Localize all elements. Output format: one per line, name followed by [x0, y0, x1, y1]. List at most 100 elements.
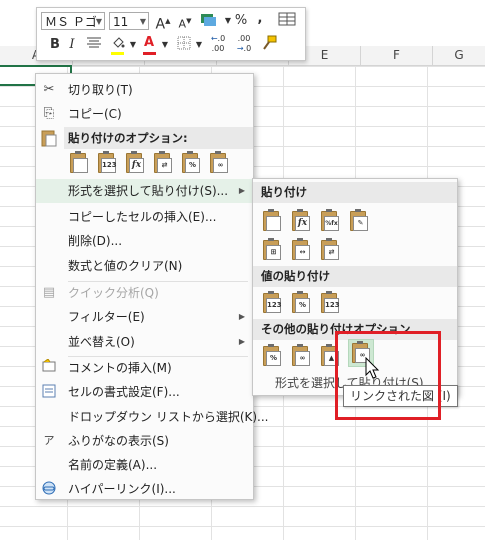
paste-mark: %: [295, 298, 310, 313]
chevron-down-icon[interactable]: ▼: [129, 35, 137, 55]
paste-mark: ✎: [353, 216, 368, 231]
paint-bucket-icon: [113, 37, 125, 48]
format-painter-button[interactable]: [259, 35, 279, 55]
format-painter-icon: [263, 35, 277, 50]
grow-font-button[interactable]: A▲: [155, 11, 171, 33]
submenu-paste-column-widths[interactable]: ↔: [290, 238, 312, 262]
submenu-paste-formulas-numbers[interactable]: %fx: [319, 209, 341, 233]
submenu-paste-keep-source[interactable]: ✎: [348, 209, 370, 233]
font-color-button[interactable]: A: [141, 33, 157, 53]
submenu-paste-link[interactable]: ∞: [290, 344, 312, 368]
chevron-down-icon[interactable]: ▼: [161, 35, 169, 55]
menu-item-label: フィルター(E): [68, 310, 145, 324]
paste-option-link[interactable]: ∞: [208, 151, 230, 175]
font-size-box[interactable]: 11 ▼: [109, 12, 149, 30]
submenu-section-paste: 貼り付け: [253, 182, 457, 203]
comma-button[interactable]: ,: [254, 9, 266, 29]
submenu-section-values: 値の貼り付け: [253, 266, 457, 287]
menu-item-format-cells[interactable]: セルの書式設定(F)...: [36, 380, 253, 404]
menu-item-paste-special[interactable]: 形式を選択して貼り付け(S)... ▶: [36, 179, 253, 203]
paste-option-values[interactable]: 123: [96, 151, 118, 175]
comment-icon: [40, 358, 58, 377]
highlight-box: [335, 331, 441, 420]
menu-item-insert-comment[interactable]: コメントの挿入(M): [36, 356, 253, 380]
accounting-format-icon: [201, 14, 216, 26]
chevron-down-icon[interactable]: ▼: [140, 13, 146, 31]
menu-item-clear-contents[interactable]: 数式と値のクリア(N): [36, 254, 253, 278]
paste-option-formatting[interactable]: %: [180, 151, 202, 175]
menu-item-label: ドロップダウン リストから選択(K)...: [68, 410, 269, 424]
menu-item-label: ふりがなの表示(S): [68, 434, 169, 448]
menu-item-label: セルの書式設定(F)...: [68, 385, 180, 399]
font-name-box[interactable]: ＭＳ Ｐゴ ▼: [41, 12, 105, 30]
align-center-button[interactable]: [85, 35, 103, 55]
copy-icon: ⎘: [43, 106, 55, 121]
submenu-values-number-formatting[interactable]: %: [290, 291, 312, 315]
grow-font-icon: A: [155, 16, 166, 33]
menu-item-label: コピー(C): [68, 107, 122, 121]
increase-decimal-label: .0: [217, 34, 226, 43]
font-color-swatch: [143, 52, 156, 55]
column-header-f[interactable]: F: [361, 46, 433, 65]
menu-item-hyperlink[interactable]: ハイパーリンク(I)...: [36, 477, 253, 501]
menu-item-delete[interactable]: 削除(D)...: [36, 229, 253, 253]
submenu-values-source-formatting[interactable]: 123: [319, 291, 341, 315]
paste-option-paste[interactable]: [68, 151, 90, 175]
menu-item-filter[interactable]: フィルター(E) ▶: [36, 305, 253, 329]
menu-item-insert-copied-cells[interactable]: コピーしたセルの挿入(E)...: [36, 205, 253, 229]
submenu-paste-all[interactable]: [261, 209, 283, 233]
format-cells-icon: [40, 383, 58, 401]
mouse-cursor-icon: [365, 357, 380, 379]
increase-decimal-value: .00: [211, 44, 225, 53]
chevron-down-icon[interactable]: ▼: [96, 13, 102, 31]
menu-item-label: 数式と値のクリア(N): [68, 259, 183, 273]
accounting-format-button[interactable]: [198, 11, 220, 31]
increase-decimal-button[interactable]: ←.0.00: [207, 34, 229, 54]
decrease-decimal-button[interactable]: .00 →.0: [233, 34, 255, 54]
paste-mark: ⇄: [157, 158, 172, 173]
chevron-down-icon[interactable]: ▼: [195, 35, 203, 55]
paste-mark: 123: [101, 158, 117, 173]
chevron-down-icon[interactable]: ▼: [224, 11, 232, 31]
submenu-values[interactable]: 123: [261, 291, 283, 315]
chevron-right-icon: ▶: [238, 337, 245, 346]
borders-button[interactable]: [175, 35, 193, 55]
menu-item-show-furigana[interactable]: ア ふりがなの表示(S): [36, 429, 253, 453]
menu-item-pick-from-dropdown[interactable]: ドロップダウン リストから選択(K)...: [36, 405, 269, 429]
paste-mark: 123: [266, 298, 282, 313]
paste-option-formulas[interactable]: fx: [124, 151, 146, 175]
font-size-value: 11: [113, 15, 129, 29]
paste-options-header: 貼り付けのオプション:: [64, 127, 253, 149]
format-table-button[interactable]: [277, 11, 297, 31]
quick-analysis-icon: ▤: [42, 285, 56, 300]
menu-item-label: 名前の定義(A)...: [68, 458, 158, 472]
menu-item-sort[interactable]: 並べ替え(O) ▶: [36, 330, 253, 354]
submenu-paste-formulas[interactable]: fx: [290, 209, 312, 233]
paste-mark: [266, 216, 281, 231]
chevron-right-icon: ▶: [238, 186, 245, 195]
menu-item-label: 並べ替え(O): [68, 335, 135, 349]
decrease-decimal-label: .00: [237, 34, 251, 43]
menu-item-define-name[interactable]: 名前の定義(A)...: [36, 453, 253, 477]
percent-button[interactable]: %: [234, 11, 248, 31]
paste-mark: fx: [129, 158, 144, 173]
menu-item-label: 削除(D)...: [68, 234, 123, 248]
furigana-icon: ア: [43, 434, 55, 447]
submenu-paste-transpose[interactable]: ⇄: [319, 238, 341, 262]
submenu-formatting[interactable]: %: [261, 344, 283, 368]
paste-mark: ⊞: [266, 245, 281, 260]
table-icon: [278, 12, 296, 26]
shrink-font-button[interactable]: A▼: [177, 11, 193, 31]
italic-button[interactable]: I: [65, 35, 79, 55]
fill-color-swatch: [111, 52, 124, 55]
column-header-g[interactable]: G: [433, 46, 485, 65]
submenu-paste-no-borders[interactable]: ⊞: [261, 238, 283, 262]
mini-toolbar: ＭＳ Ｐゴ ▼ 11 ▼ A▲ A▼ ▼ % , B I ▼ A ▼ ▼ ←.0.0…: [36, 7, 306, 61]
font-name-value: ＭＳ Ｐゴ: [45, 15, 97, 29]
paste-option-transpose[interactable]: ⇄: [152, 151, 174, 175]
menu-item-copy[interactable]: ⎘ コピー(C): [36, 102, 253, 126]
menu-item-cut[interactable]: ✂ 切り取り(T): [36, 78, 253, 102]
bold-button[interactable]: B: [47, 35, 63, 55]
scissors-icon: ✂: [43, 82, 55, 97]
borders-icon: [177, 36, 191, 50]
